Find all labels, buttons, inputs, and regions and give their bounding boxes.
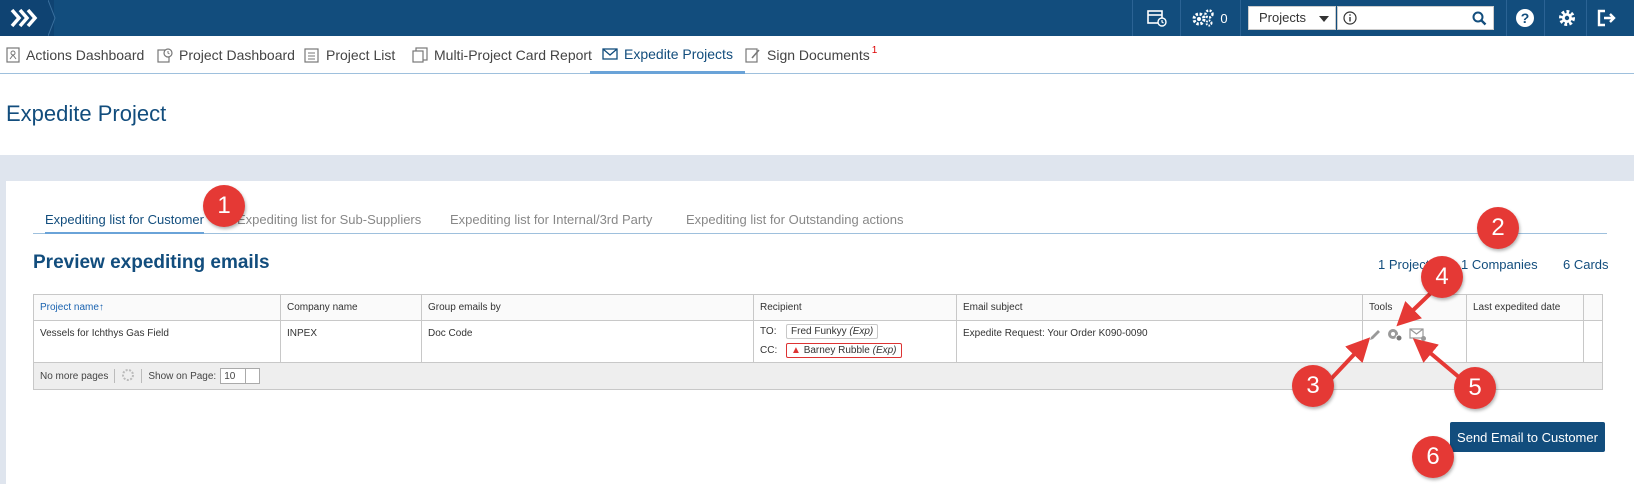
annotation-arrow-5 <box>1412 338 1462 380</box>
annotation-badge-3: 3 <box>1292 365 1334 407</box>
annotation-badge-6: 6 <box>1412 436 1454 478</box>
annotation-badge-4: 4 <box>1421 256 1463 298</box>
annotation-arrows <box>1328 288 1462 382</box>
annotation-badge-5: 5 <box>1454 367 1496 409</box>
annotation-badge-2: 2 <box>1477 207 1519 249</box>
annotation-badge-1: 1 <box>203 185 245 227</box>
annotation-arrow-3 <box>1328 337 1371 382</box>
